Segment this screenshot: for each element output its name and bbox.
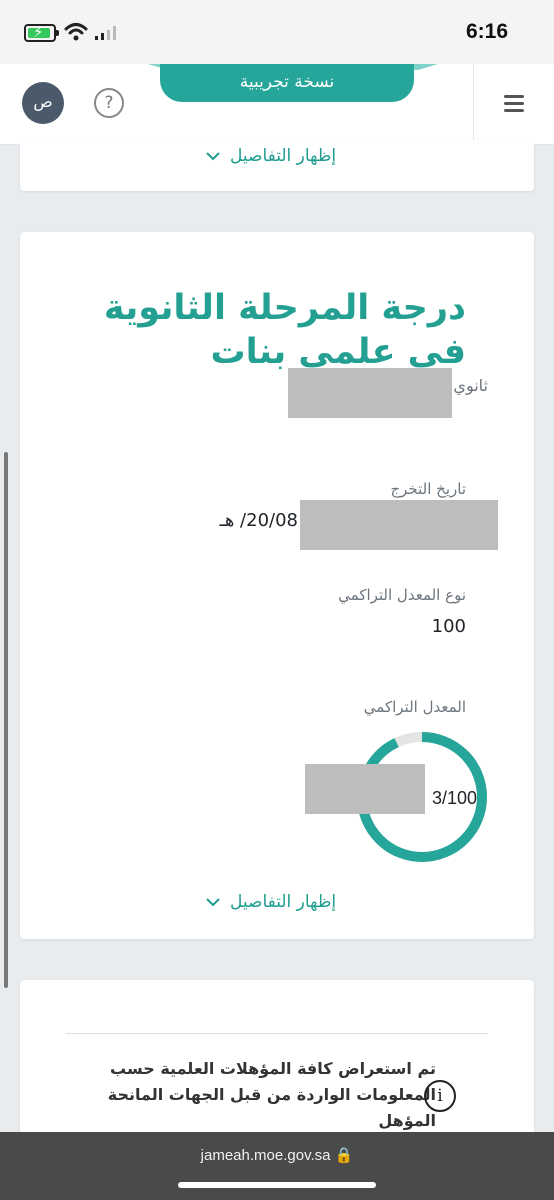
avatar[interactable]: ص [22, 82, 64, 124]
browser-url-bar[interactable]: jameah.moe.gov.sa 🔒 [0, 1132, 554, 1200]
graduation-date-label: تاريخ التخرج [390, 480, 466, 498]
url-text: jameah.moe.gov.sa 🔒 [200, 1147, 354, 1164]
qualification-title: درجة المرحلة الثانوية في علمي بنات [103, 288, 466, 372]
app-header: ص ? نسخة تجريبية [0, 64, 554, 145]
beta-banner: نسخة تجريبية [160, 64, 414, 102]
battery-charging-icon: ⚡ [24, 23, 59, 42]
lock-icon: 🔒 [334, 1147, 354, 1164]
school-name: ثانوي [453, 376, 488, 395]
show-details-link[interactable]: إظهار التفاصيل [206, 892, 336, 912]
status-time: 6:16 [465, 20, 508, 43]
redacted-date [300, 500, 498, 550]
home-indicator[interactable] [178, 1182, 376, 1188]
chevron-down-icon [206, 152, 220, 161]
redacted-school [288, 368, 452, 418]
divider [66, 1033, 488, 1034]
graduation-date-value: 20/08/ هـ [219, 510, 298, 531]
gpa-type-value: 100 [431, 616, 466, 637]
info-icon: i [424, 1080, 456, 1112]
scrollbar[interactable] [4, 452, 8, 988]
cellular-signal-icon [95, 26, 116, 40]
status-bar: ⚡ 6:16 [0, 0, 554, 64]
info-message: تم استعراض كافة المؤهلات العلمية حسب الم… [107, 1059, 436, 1130]
show-details-link[interactable]: إظهار التفاصيل [206, 146, 336, 166]
gpa-type-label: نوع المعدل التراكمي [338, 586, 466, 604]
menu-button[interactable] [473, 64, 554, 144]
redacted-gpa [305, 764, 425, 814]
gpa-value: 3/100 [432, 788, 478, 808]
gpa-label: المعدل التراكمي [363, 698, 466, 716]
chevron-down-icon [206, 898, 220, 907]
help-icon[interactable]: ? [94, 88, 124, 118]
qualification-card: درجة المرحلة الثانوية في علمي بنات ثانوي… [20, 232, 534, 939]
qualification-card-previous: إظهار التفاصيل [20, 140, 534, 191]
wifi-icon [64, 23, 88, 41]
